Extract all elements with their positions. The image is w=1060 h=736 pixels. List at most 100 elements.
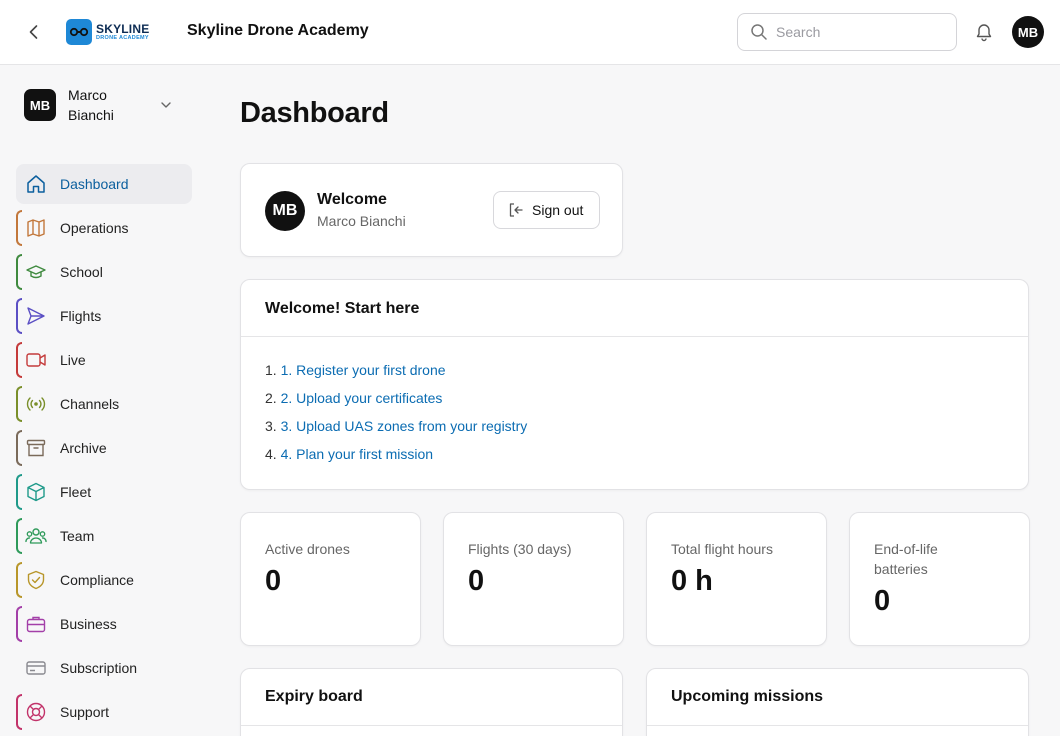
archive-icon — [24, 436, 48, 460]
welcome-title: Welcome — [317, 191, 387, 208]
account-avatar: MB — [24, 89, 56, 121]
stat-card-active-drones: Active drones 0 — [240, 512, 421, 646]
sidebar-item-support[interactable]: Support — [16, 692, 192, 732]
sidebar-item-label: Fleet — [60, 484, 92, 500]
upcoming-missions-title: Upcoming missions — [671, 688, 824, 705]
app-logo[interactable]: SKYLINE DRONE ACADEMY — [66, 18, 156, 46]
step-number: 1. — [265, 362, 277, 378]
sidebar-item-live[interactable]: Live — [16, 340, 192, 380]
start-here-title: Welcome! Start here — [265, 300, 420, 317]
nav-accent — [16, 694, 22, 730]
sidebar-item-flights[interactable]: Flights — [16, 296, 192, 336]
stat-value: 0 — [265, 565, 282, 597]
stat-card-end-of-life-batteries: End-of-life batteries 0 — [849, 512, 1030, 646]
sidebar-item-fleet[interactable]: Fleet — [16, 472, 192, 512]
list-item: 3. 3. Upload UAS zones from your registr… — [265, 418, 527, 446]
page-title: Dashboard — [240, 97, 389, 129]
sidebar-item-operations[interactable]: Operations — [16, 208, 192, 248]
bell-icon — [976, 24, 992, 42]
credit-card-icon — [24, 656, 48, 680]
nav-accent — [16, 210, 22, 246]
account-name: Marco Bianchi — [68, 87, 114, 123]
nav-accent — [16, 606, 22, 642]
nav-accent — [16, 518, 22, 554]
nav-accent — [16, 298, 22, 334]
nav-accent — [16, 254, 22, 290]
search-input[interactable] — [776, 24, 946, 40]
start-here-list: 1. 1. Register your first drone 2. 2. Up… — [265, 362, 527, 474]
sidebar-nav: Dashboard Operations School Flights Live… — [16, 164, 192, 736]
list-item: 1. 1. Register your first drone — [265, 362, 527, 390]
sidebar-item-channels[interactable]: Channels — [16, 384, 192, 424]
notifications-button[interactable] — [972, 20, 996, 44]
sidebar-item-team[interactable]: Team — [16, 516, 192, 556]
sidebar-item-label: Operations — [60, 220, 129, 236]
box-icon — [24, 480, 48, 504]
sidebar-item-label: Archive — [60, 440, 107, 456]
graduation-cap-icon — [24, 260, 48, 284]
shield-check-icon — [24, 568, 48, 592]
start-here-card: Welcome! Start here 1. 1. Register your … — [240, 279, 1029, 490]
sidebar-item-label: Channels — [60, 396, 120, 412]
step-number: 2. — [265, 390, 277, 406]
sidebar-item-dashboard[interactable]: Dashboard — [16, 164, 192, 204]
upcoming-missions-header: Upcoming missions — [647, 669, 1028, 726]
sidebar-item-label: Live — [60, 352, 86, 368]
welcome-user-name: Marco Bianchi — [317, 213, 406, 229]
logo-tagline: DRONE ACADEMY — [96, 34, 149, 41]
back-button[interactable] — [22, 20, 46, 44]
sidebar-item-archive[interactable]: Archive — [16, 428, 192, 468]
upload-certificates-link[interactable]: 2. Upload your certificates — [281, 390, 443, 406]
sidebar-item-compliance[interactable]: Compliance — [16, 560, 192, 600]
sidebar-item-label: Flights — [60, 308, 102, 324]
stat-label: Flights (30 days) — [468, 541, 572, 557]
expiry-board-header: Expiry board — [241, 669, 622, 726]
briefcase-icon — [24, 612, 48, 636]
stat-value: 0 — [874, 585, 891, 617]
nav-accent — [16, 342, 22, 378]
users-icon — [24, 524, 48, 548]
welcome-card: MB Welcome Marco Bianchi Sign out — [240, 163, 623, 257]
sidebar-item-label: Subscription — [60, 660, 138, 676]
stat-label: Total flight hours — [671, 541, 773, 557]
life-buoy-icon — [24, 700, 48, 724]
list-item: 4. 4. Plan your first mission — [265, 446, 527, 474]
account-switcher[interactable]: MB Marco Bianchi — [24, 85, 184, 125]
sidebar-item-label: Support — [60, 704, 110, 720]
map-icon — [24, 216, 48, 240]
start-here-header: Welcome! Start here — [241, 280, 1028, 337]
top-bar: SKYLINE DRONE ACADEMY Skyline Drone Acad… — [0, 0, 1060, 65]
sign-out-icon — [509, 203, 523, 217]
drone-logo-icon — [66, 19, 92, 45]
stat-card-flights-30-days: Flights (30 days) 0 — [443, 512, 624, 646]
sign-out-label: Sign out — [532, 202, 584, 218]
stat-card-total-flight-hours: Total flight hours 0 h — [646, 512, 827, 646]
sidebar-item-label: Compliance — [60, 572, 134, 588]
logo-wordmark: SKYLINE — [96, 21, 150, 36]
main-content: Dashboard MB Welcome Marco Bianchi Sign … — [240, 65, 1030, 736]
nav-accent — [16, 430, 22, 466]
sign-out-button[interactable]: Sign out — [493, 191, 600, 229]
sidebar-item-label: Team — [60, 528, 95, 544]
upcoming-missions-card: Upcoming missions — [646, 668, 1029, 736]
send-icon — [24, 304, 48, 328]
sidebar-item-label: Dashboard — [60, 176, 129, 192]
list-item: 2. 2. Upload your certificates — [265, 390, 527, 418]
sidebar-item-label: Business — [60, 616, 117, 632]
nav-accent — [16, 474, 22, 510]
sidebar-item-subscription[interactable]: Subscription — [16, 648, 192, 688]
step-number: 4. — [265, 446, 277, 462]
sidebar-item-school[interactable]: School — [16, 252, 192, 292]
plan-mission-link[interactable]: 4. Plan your first mission — [281, 446, 434, 462]
search-box[interactable] — [737, 13, 957, 51]
user-avatar[interactable]: MB — [1012, 16, 1044, 48]
sidebar-item-business[interactable]: Business — [16, 604, 192, 644]
stat-value: 0 — [468, 565, 485, 597]
expiry-board-title: Expiry board — [265, 688, 363, 705]
nav-accent — [16, 386, 22, 422]
expiry-board-card: Expiry board — [240, 668, 623, 736]
register-drone-link[interactable]: 1. Register your first drone — [281, 362, 446, 378]
home-icon — [24, 172, 48, 196]
search-icon — [751, 24, 767, 40]
upload-uas-zones-link[interactable]: 3. Upload UAS zones from your registry — [281, 418, 528, 434]
